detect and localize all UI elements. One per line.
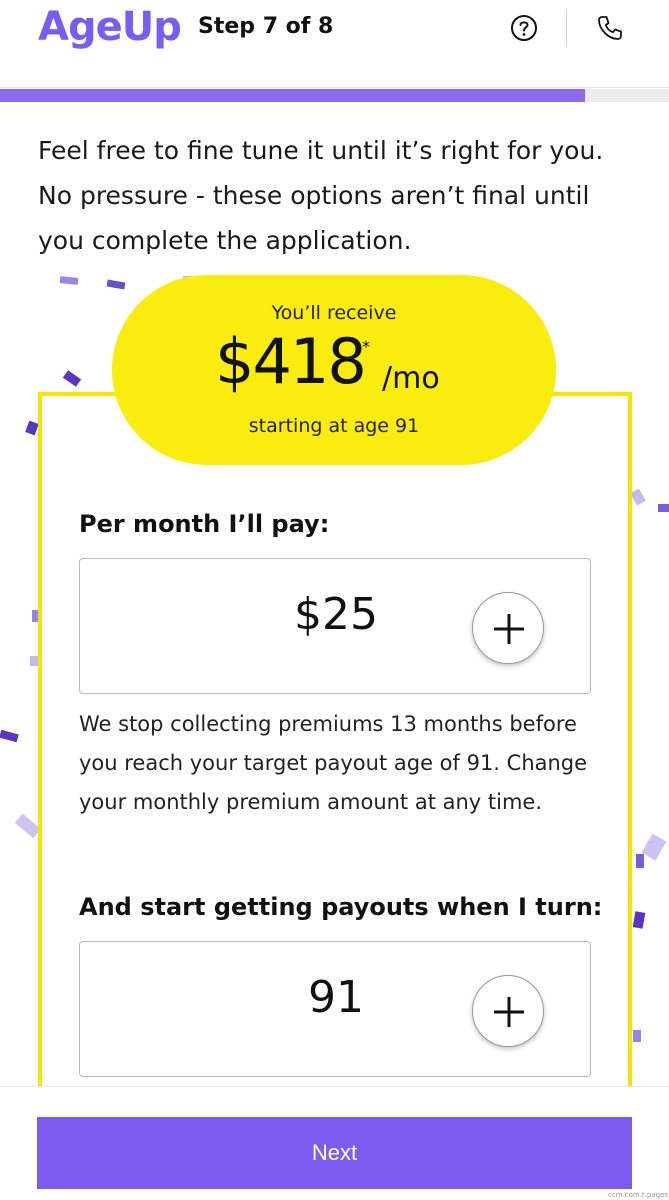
confetti-piece: [636, 854, 644, 868]
confetti-piece: [59, 276, 79, 285]
question-circle-icon[interactable]: [510, 14, 538, 42]
confetti-piece: [106, 279, 126, 290]
watermark: ccm.com.t.pages: [608, 1191, 669, 1199]
confetti-piece: [658, 504, 669, 512]
confetti-piece: [632, 911, 646, 929]
increase-premium-button[interactable]: [472, 592, 544, 664]
premium-label: Per month I’ll pay:: [79, 510, 330, 538]
confetti-piece: [62, 370, 82, 387]
step-indicator: Step 7 of 8: [198, 14, 334, 39]
confetti-piece: [630, 488, 646, 506]
confetti-piece: [0, 729, 19, 743]
footnote-asterisk: *: [362, 337, 370, 356]
payout-age-label: And start getting payouts when I turn:: [79, 893, 603, 921]
progress-fill: [0, 89, 586, 102]
confetti-piece: [633, 1030, 641, 1042]
premium-note: We stop collecting premiums 13 months be…: [79, 712, 588, 814]
next-button[interactable]: Next: [37, 1117, 632, 1189]
header-divider: [566, 10, 567, 46]
premium-stepper[interactable]: $25: [79, 558, 591, 694]
confetti-piece: [641, 833, 667, 861]
progress-bar: [0, 89, 669, 102]
ageup-logo[interactable]: AgeUp: [38, 4, 182, 50]
confetti-piece: [30, 656, 38, 666]
receive-label: You’ll receive: [271, 302, 397, 324]
payout-period: /mo: [382, 361, 440, 396]
confetti-piece: [25, 420, 39, 436]
payout-summary-badge: You’ll receive $418 * /mo starting at ag…: [112, 275, 556, 465]
intro-text: Feel free to fine tune it until it’s rig…: [38, 136, 604, 255]
phone-icon[interactable]: [596, 14, 624, 42]
increase-age-button[interactable]: [472, 975, 544, 1047]
plus-icon: [494, 997, 524, 1027]
payout-start-text: starting at age 91: [248, 415, 420, 437]
monthly-payout-amount: $418: [215, 325, 367, 398]
footer-bar: Next: [0, 1086, 669, 1200]
payout-age-stepper[interactable]: 91: [79, 941, 591, 1077]
plus-icon: [494, 614, 524, 644]
app-header: AgeUp Step 7 of 8: [0, 0, 669, 88]
